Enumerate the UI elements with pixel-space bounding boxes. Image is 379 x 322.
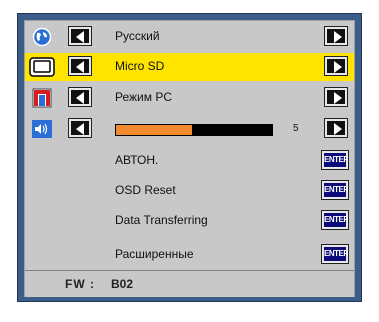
data-transferring-label: Data Transferring: [115, 213, 208, 227]
menu-row-pc-mode[interactable]: Режим PC: [25, 84, 354, 112]
auto-enter-button[interactable]: ENTER: [321, 150, 349, 170]
volume-decrease-button[interactable]: [68, 118, 92, 138]
data-transferring-enter-button[interactable]: ENTER: [321, 210, 349, 230]
pc-mode-next-button[interactable]: [324, 87, 348, 107]
menu-row-source[interactable]: Micro SD: [25, 53, 354, 81]
pc-mode-label: Режим PC: [115, 90, 172, 104]
osd-reset-label: OSD Reset: [115, 183, 176, 197]
osd-reset-enter-button[interactable]: ENTER: [321, 180, 349, 200]
source-prev-button[interactable]: [68, 56, 92, 76]
auto-label: АВТОН.: [115, 153, 159, 167]
pc-mode-prev-button[interactable]: [68, 87, 92, 107]
language-prev-button[interactable]: [68, 26, 92, 46]
source-next-button[interactable]: [324, 56, 348, 76]
language-icon: [31, 27, 53, 47]
screen-icon: [29, 57, 55, 77]
firmware-value: B02: [111, 277, 134, 291]
menu-row-language[interactable]: Русский: [25, 23, 354, 51]
volume-icon: [31, 119, 53, 139]
menu-row-volume[interactable]: 5: [25, 115, 354, 143]
volume-slider[interactable]: [115, 124, 273, 136]
menu-row-data-transferring[interactable]: Data Transferring ENTER: [25, 207, 354, 235]
osd-menu-frame: Русский Micro SD Режим PC 5 АВТОН. ENTER…: [17, 13, 362, 302]
menu-row-advanced[interactable]: Расширенные ENTER: [25, 241, 354, 269]
source-label: Micro SD: [115, 59, 165, 73]
language-next-button[interactable]: [324, 26, 348, 46]
firmware-label: FW :: [65, 277, 95, 291]
advanced-label: Расширенные: [115, 247, 194, 261]
advanced-enter-button[interactable]: ENTER: [321, 244, 349, 264]
menu-row-osd-reset[interactable]: OSD Reset ENTER: [25, 177, 354, 205]
language-label: Русский: [115, 29, 160, 43]
firmware-bar: FW : B02: [25, 270, 354, 297]
volume-increase-button[interactable]: [324, 118, 348, 138]
osd-menu-panel: Русский Micro SD Режим PC 5 АВТОН. ENTER…: [24, 20, 355, 297]
volume-slider-fill: [116, 125, 194, 135]
menu-row-auto[interactable]: АВТОН. ENTER: [25, 147, 354, 175]
pc-mode-icon: [31, 88, 53, 108]
volume-value: 5: [293, 123, 299, 134]
